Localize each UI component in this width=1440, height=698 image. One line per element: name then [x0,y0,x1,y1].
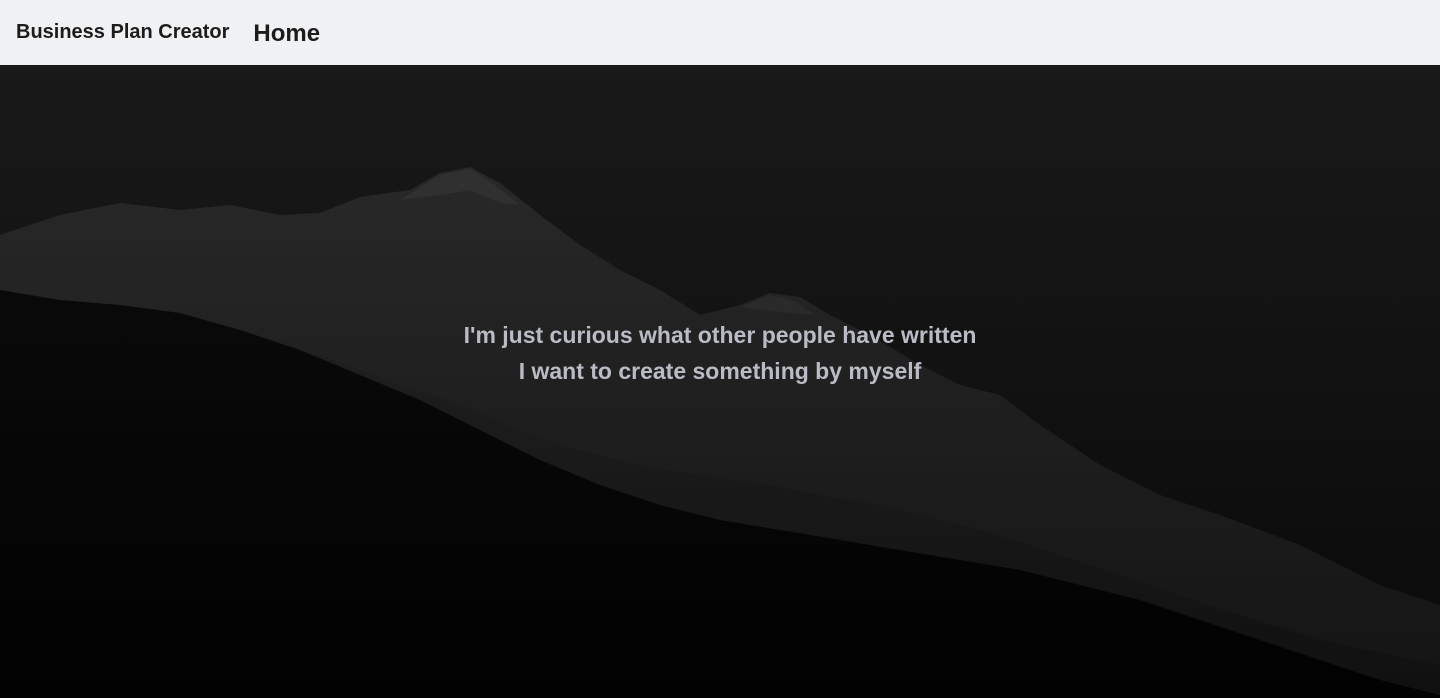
hero-options: I'm just curious what other people have … [0,317,1440,389]
hero-section: I'm just curious what other people have … [0,65,1440,698]
browse-examples-link[interactable]: I'm just curious what other people have … [0,317,1440,353]
brand-link[interactable]: Business Plan Creator [16,21,229,44]
home-nav-link[interactable]: Home [253,20,320,48]
top-navbar: Business Plan Creator Home [0,0,1440,65]
create-own-link[interactable]: I want to create something by myself [0,353,1440,389]
